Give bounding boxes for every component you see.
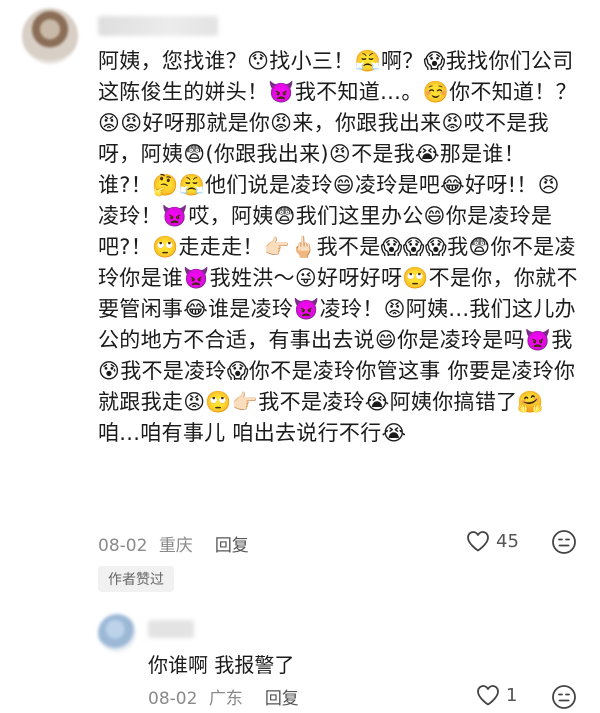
reply-avatar[interactable] xyxy=(98,614,136,652)
reply-body: 你谁啊 我报警了 xyxy=(148,653,295,677)
reply-location: 广东 xyxy=(208,688,243,709)
comment-date: 08-02 xyxy=(98,535,148,556)
reply-name-blurred[interactable] xyxy=(148,620,194,638)
like-button[interactable]: 45 xyxy=(466,530,519,552)
reply-meta: 08-02 广东 回复 xyxy=(148,684,299,709)
commenter-name-blurred[interactable] xyxy=(98,16,218,36)
reply-button[interactable]: 回复 xyxy=(215,531,249,556)
commenter-avatar[interactable] xyxy=(22,8,78,64)
reply-like-button[interactable]: 1 xyxy=(476,684,517,706)
reply-like-count: 1 xyxy=(506,684,518,706)
heart-outline-icon xyxy=(477,685,499,706)
author-liked-badge: 作者赞过 xyxy=(98,566,174,592)
comment-location: 重庆 xyxy=(158,535,193,556)
reply-reply-button[interactable]: 回复 xyxy=(265,684,299,709)
reply-date-location: 08-02 广东 xyxy=(148,684,243,709)
dislike-face-icon[interactable] xyxy=(551,684,577,710)
dislike-face-icon[interactable] xyxy=(551,529,577,555)
comment-body: 阿姨，您找谁？😯找小三！😤啊？😱我找你们公司这陈俊生的姘头！👿我不知道…。☺️你… xyxy=(98,49,578,445)
comment-date-location: 08-02 重庆 xyxy=(98,531,193,556)
reply-date: 08-02 xyxy=(148,688,198,709)
heart-outline-icon xyxy=(467,531,489,552)
like-count: 45 xyxy=(496,530,519,552)
